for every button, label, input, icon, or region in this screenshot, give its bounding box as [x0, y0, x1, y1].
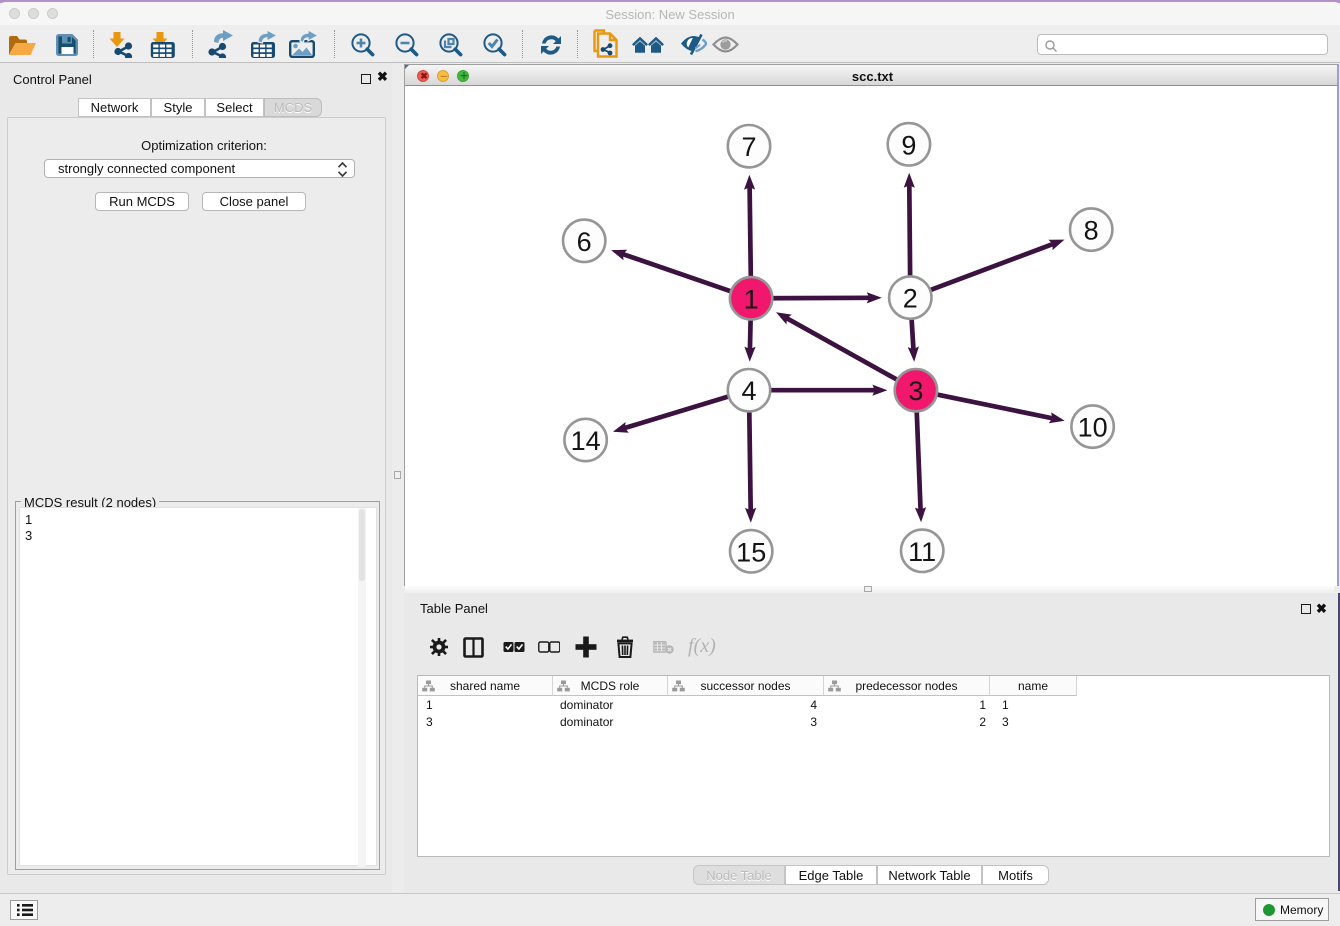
svg-text:15: 15: [736, 537, 766, 567]
svg-text:2: 2: [903, 284, 918, 314]
svg-text:6: 6: [577, 227, 592, 257]
svg-text:4: 4: [741, 376, 756, 406]
svg-text:1: 1: [744, 284, 759, 314]
svg-text:3: 3: [908, 376, 923, 406]
svg-text:10: 10: [1078, 413, 1108, 443]
svg-text:14: 14: [571, 426, 601, 456]
svg-text:11: 11: [908, 537, 936, 567]
svg-text:7: 7: [741, 132, 756, 162]
svg-text:8: 8: [1084, 216, 1099, 246]
svg-text:9: 9: [901, 130, 916, 160]
